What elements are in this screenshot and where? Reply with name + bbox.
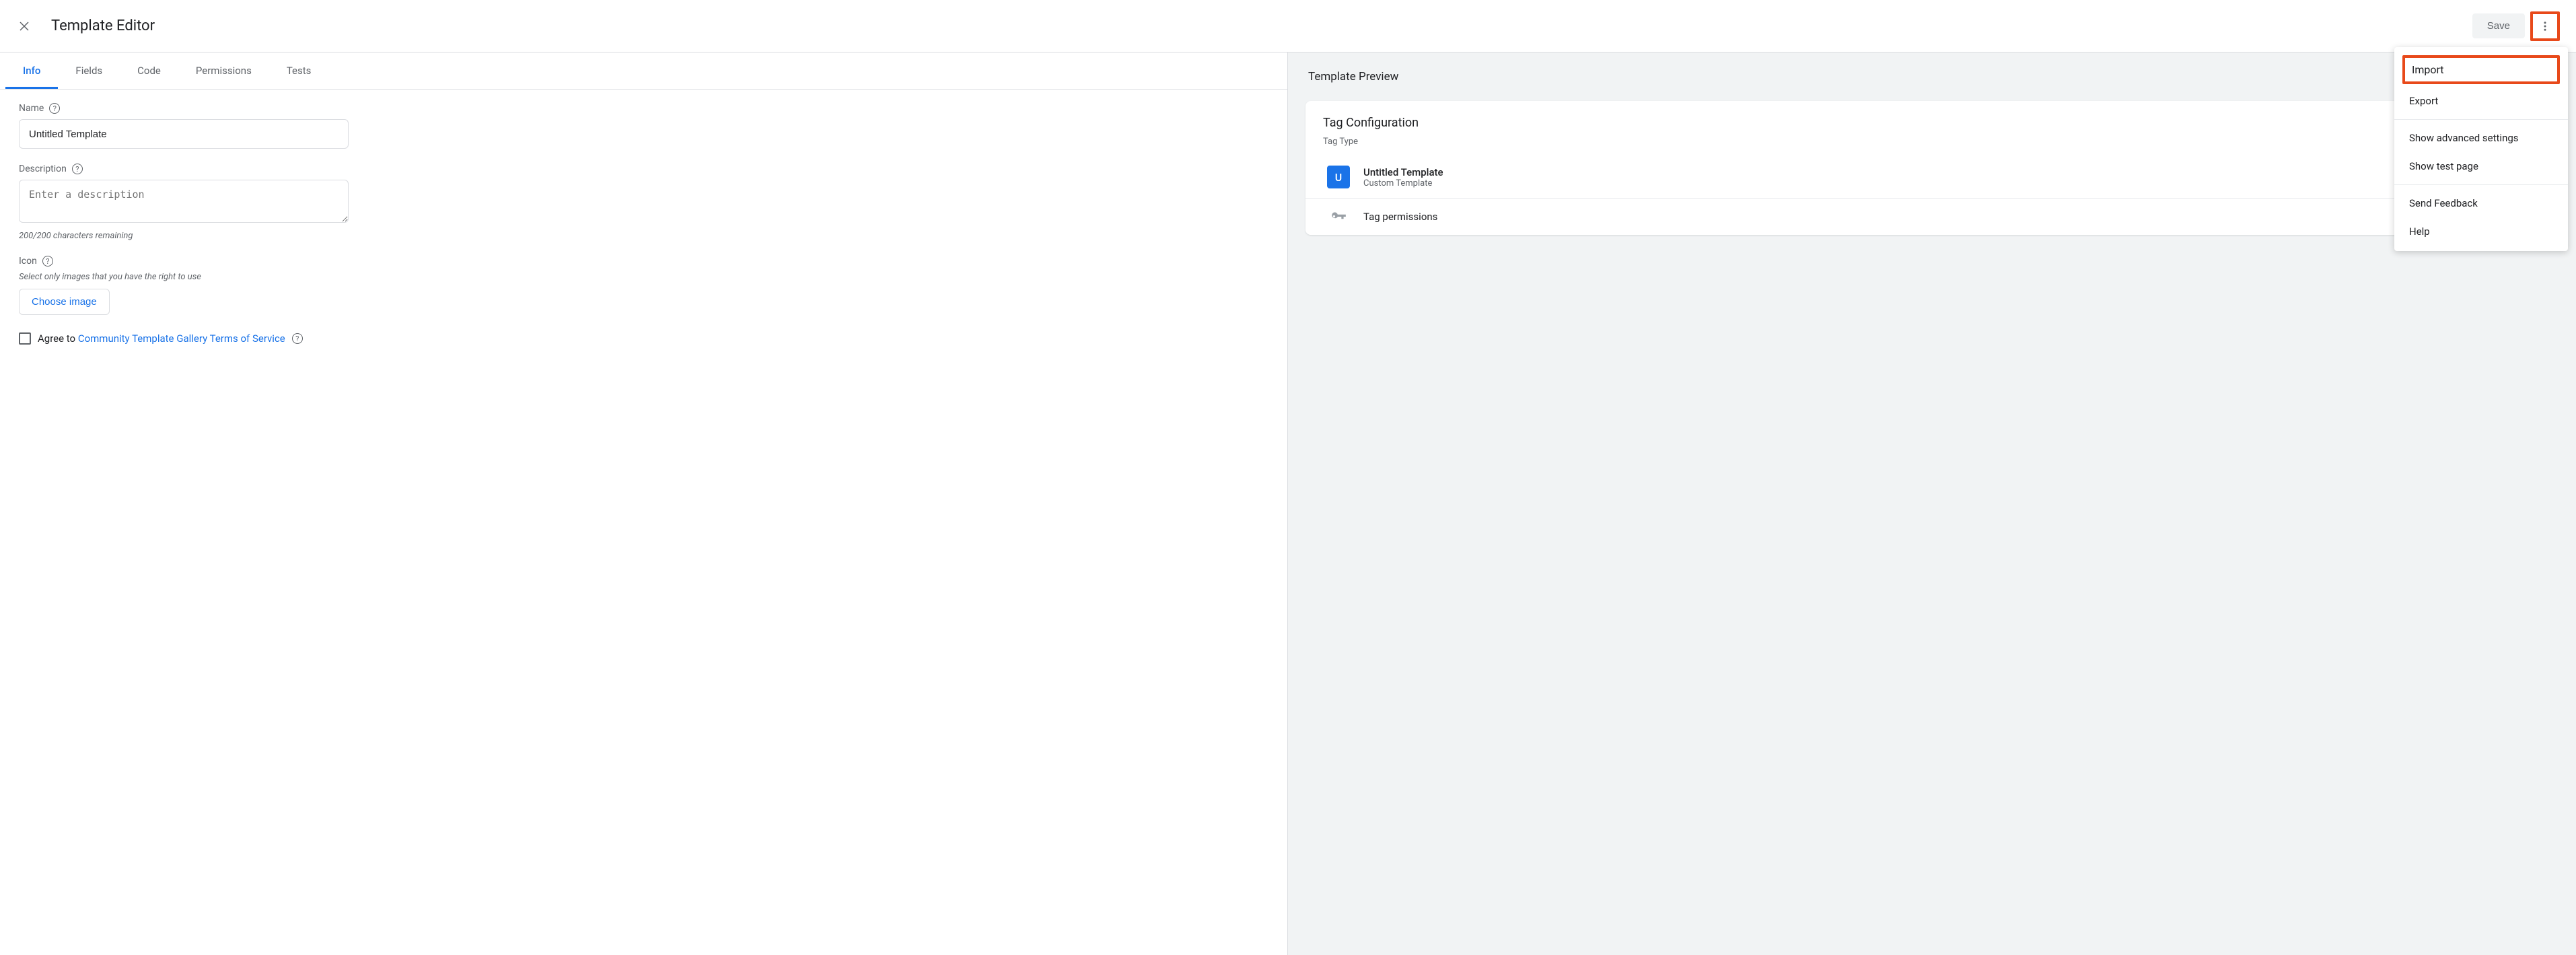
menu-divider (2394, 119, 2568, 120)
card-title: Tag Configuration (1305, 101, 2559, 137)
tag-permissions-row[interactable]: Tag permissions (1305, 198, 2559, 235)
preview-title: Template Preview (1288, 52, 2576, 101)
save-button[interactable]: Save (2472, 13, 2525, 38)
menu-item-help[interactable]: Help (2394, 217, 2568, 246)
tag-subtitle: Custom Template (1363, 178, 1443, 188)
icon-label: Icon (19, 256, 37, 267)
preview-card: Tag Configuration Tag Type U Untitled Te… (1305, 101, 2559, 235)
description-input[interactable] (19, 180, 349, 223)
tag-type-row[interactable]: U Untitled Template Custom Template (1305, 156, 2559, 198)
tab-info[interactable]: Info (5, 52, 58, 89)
more-menu-button[interactable] (2530, 11, 2560, 41)
help-icon[interactable]: ? (42, 256, 53, 267)
agree-checkbox[interactable] (19, 332, 31, 345)
close-icon[interactable] (16, 18, 32, 34)
help-icon[interactable]: ? (292, 333, 303, 344)
template-icon: U (1327, 166, 1350, 188)
description-label: Description (19, 164, 67, 174)
menu-item-import[interactable]: Import (2402, 55, 2560, 84)
tab-fields[interactable]: Fields (58, 52, 120, 89)
menu-item-feedback[interactable]: Send Feedback (2394, 189, 2568, 217)
preview-panel: Template Preview Tag Configuration Tag T… (1288, 52, 2576, 955)
page-title: Template Editor (51, 17, 2472, 34)
tab-bar: Info Fields Code Permissions Tests (0, 52, 1287, 90)
help-icon[interactable]: ? (49, 103, 60, 114)
tag-type-label: Tag Type (1305, 137, 2559, 156)
overflow-menu: Import Export Show advanced settings Sho… (2394, 47, 2568, 251)
name-input[interactable] (19, 119, 349, 149)
icon-hint: Select only images that you have the rig… (19, 272, 1268, 282)
tab-code[interactable]: Code (120, 52, 178, 89)
help-icon[interactable]: ? (72, 164, 83, 174)
key-icon (1327, 208, 1350, 225)
tag-name: Untitled Template (1363, 166, 1443, 178)
editor-panel: Info Fields Code Permissions Tests Name … (0, 52, 1288, 955)
header: Template Editor Save (0, 0, 2576, 52)
menu-item-export[interactable]: Export (2394, 87, 2568, 115)
tab-permissions[interactable]: Permissions (178, 52, 269, 89)
permissions-label: Tag permissions (1363, 211, 1437, 223)
menu-item-test-page[interactable]: Show test page (2394, 152, 2568, 180)
description-char-count: 200/200 characters remaining (19, 231, 1268, 241)
tab-tests[interactable]: Tests (269, 52, 329, 89)
tos-link[interactable]: Community Template Gallery Terms of Serv… (78, 332, 285, 345)
menu-divider (2394, 184, 2568, 185)
name-label: Name (19, 103, 44, 114)
agree-text: Agree to Community Template Gallery Term… (38, 332, 285, 345)
menu-item-advanced[interactable]: Show advanced settings (2394, 124, 2568, 152)
choose-image-button[interactable]: Choose image (19, 289, 110, 315)
